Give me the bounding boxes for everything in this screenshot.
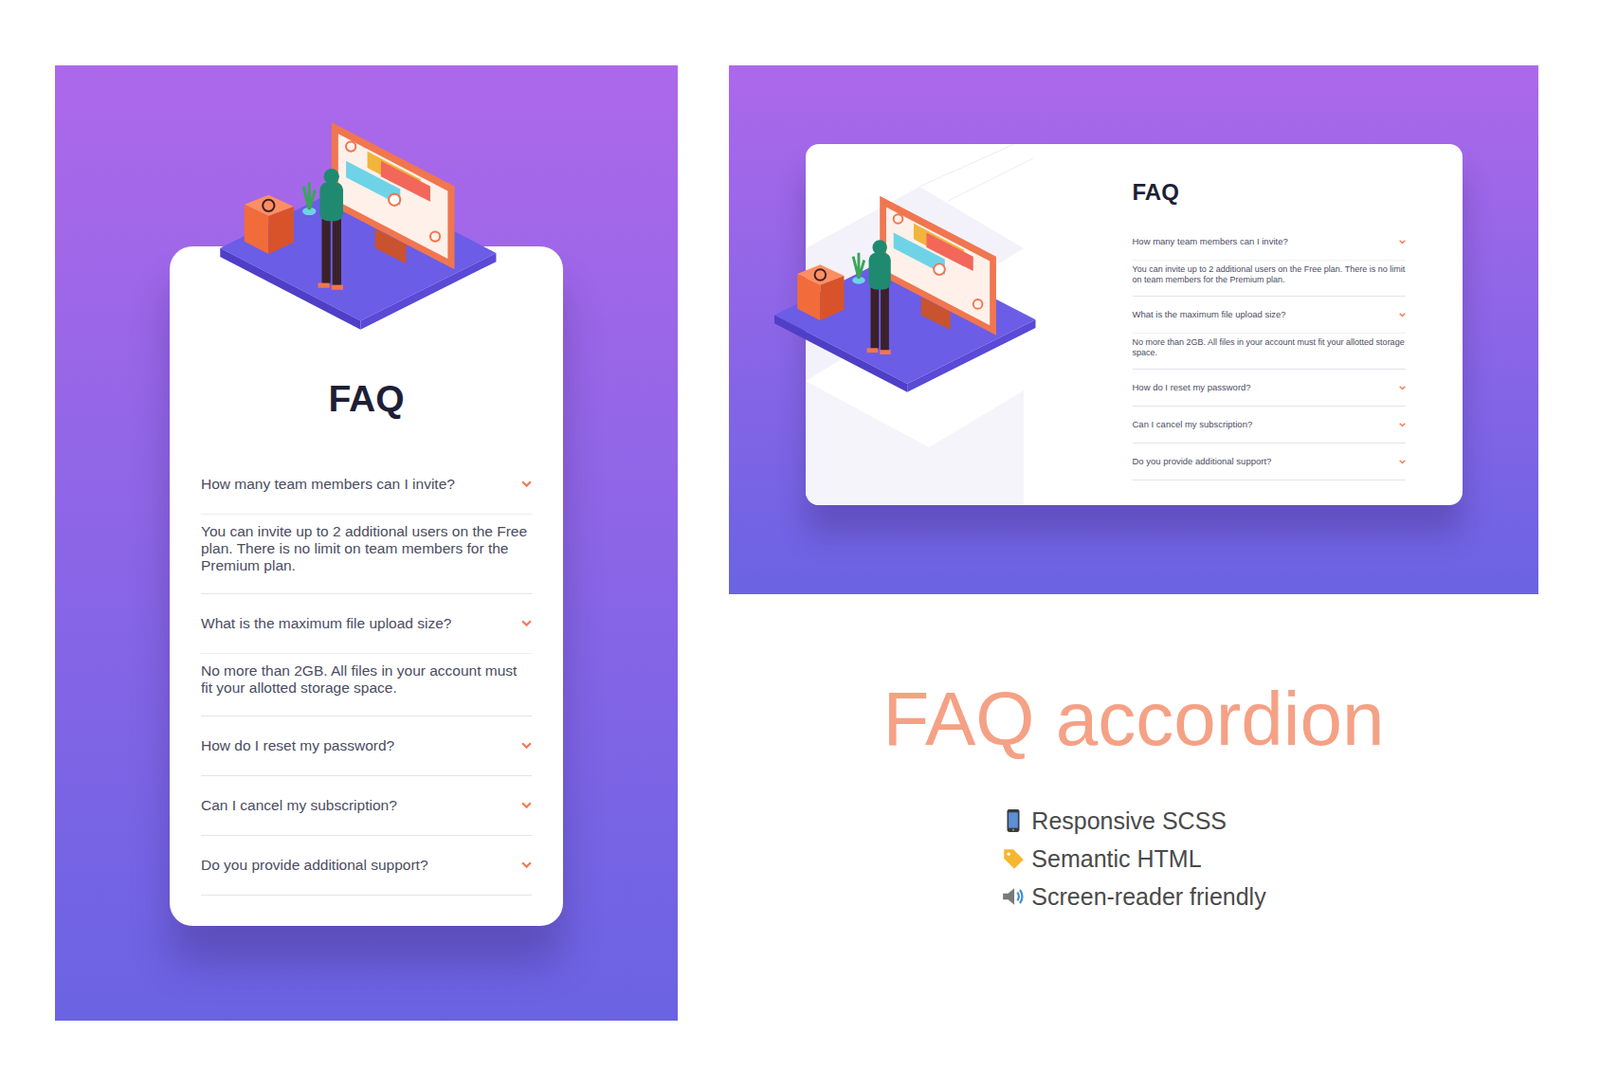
faq-item: How do I reset my password?: [1132, 369, 1406, 407]
mobile-mockup: FAQ How many team members can I invite?Yo…: [54, 65, 678, 1021]
chevron-down-icon: [1399, 422, 1406, 428]
faq-item: Do you provide additional support?: [1132, 443, 1406, 481]
faq-answer: You can invite up to 2 additional users …: [1132, 259, 1406, 296]
faq-item: How many team members can I invite?You c…: [200, 454, 532, 595]
chevron-down-icon: [1399, 459, 1406, 465]
faq-item: What is the maximum file upload size?No …: [200, 594, 532, 717]
faq-question[interactable]: How many team members can I invite?: [1132, 223, 1406, 260]
faq-item: What is the maximum file upload size?No …: [1132, 296, 1406, 370]
feature-list: Responsive SCSS Semantic HTML Screen-reade…: [1000, 806, 1266, 911]
faq-content: FAQ How many team members can I invite?Yo…: [1132, 144, 1463, 506]
chevron-down-icon: [521, 742, 532, 750]
feature-item: Responsive SCSS: [1000, 806, 1266, 836]
chevron-down-icon: [521, 480, 532, 489]
chevron-down-icon: [1399, 385, 1406, 391]
faq-item: Can I cancel my subscription?: [1132, 406, 1406, 444]
right-column: FAQ How many team members can I invite?Yo…: [728, 65, 1539, 1087]
workspace-illustration-icon: [774, 183, 1050, 419]
faq-card: FAQ How many team members can I invite?Yo…: [169, 246, 564, 927]
faq-question[interactable]: Can I cancel my subscription?: [200, 776, 532, 836]
faq-item: How many team members can I invite?You c…: [1132, 223, 1406, 297]
chevron-down-icon: [1399, 239, 1406, 245]
faq-title: FAQ: [200, 377, 532, 422]
faq-question[interactable]: How do I reset my password?: [1132, 369, 1406, 406]
faq-question[interactable]: How many team members can I invite?: [200, 454, 532, 514]
faq-question[interactable]: Can I cancel my subscription?: [1132, 406, 1406, 443]
faq-question[interactable]: What is the maximum file upload size?: [200, 594, 532, 654]
workspace-illustration-icon: [219, 122, 511, 346]
faq-question[interactable]: How do I reset my password?: [200, 716, 532, 776]
faq-answer: You can invite up to 2 additional users …: [200, 513, 532, 594]
faq-answer: No more than 2GB. All files in your acco…: [200, 653, 532, 716]
tag-icon: [1000, 846, 1026, 872]
faq-card: FAQ How many team members can I invite?Yo…: [805, 144, 1463, 506]
faq-question[interactable]: What is the maximum file upload size?: [1132, 296, 1406, 333]
speaker-icon: [1000, 884, 1026, 910]
phone-icon: [1000, 808, 1026, 834]
chevron-down-icon: [521, 861, 532, 870]
chevron-down-icon: [521, 619, 532, 628]
showcase-page: FAQHow many team members can I invite?Yo…: [0, 0, 1600, 1087]
chevron-down-icon: [1399, 312, 1406, 318]
faq-question[interactable]: Do you provide additional support?: [200, 836, 532, 895]
feature-item: Semantic HTML: [1000, 844, 1266, 873]
faq-title: FAQ: [1132, 178, 1406, 206]
faq-item: How do I reset my password?: [200, 716, 532, 777]
project-title: FAQ accordion: [882, 677, 1384, 762]
faq-item: Do you provide additional support?: [200, 836, 532, 896]
illustration-area: [805, 144, 1133, 506]
desktop-mockup: FAQ How many team members can I invite?Yo…: [728, 65, 1539, 595]
feature-item: Screen-reader friendly: [1000, 882, 1266, 911]
chevron-down-icon: [521, 801, 532, 810]
faq-question[interactable]: Do you provide additional support?: [1132, 443, 1406, 480]
faq-item: Can I cancel my subscription?: [200, 776, 532, 837]
faq-answer: No more than 2GB. All files in your acco…: [1132, 332, 1406, 369]
faq-list: How many team members can I invite?You c…: [200, 454, 532, 896]
